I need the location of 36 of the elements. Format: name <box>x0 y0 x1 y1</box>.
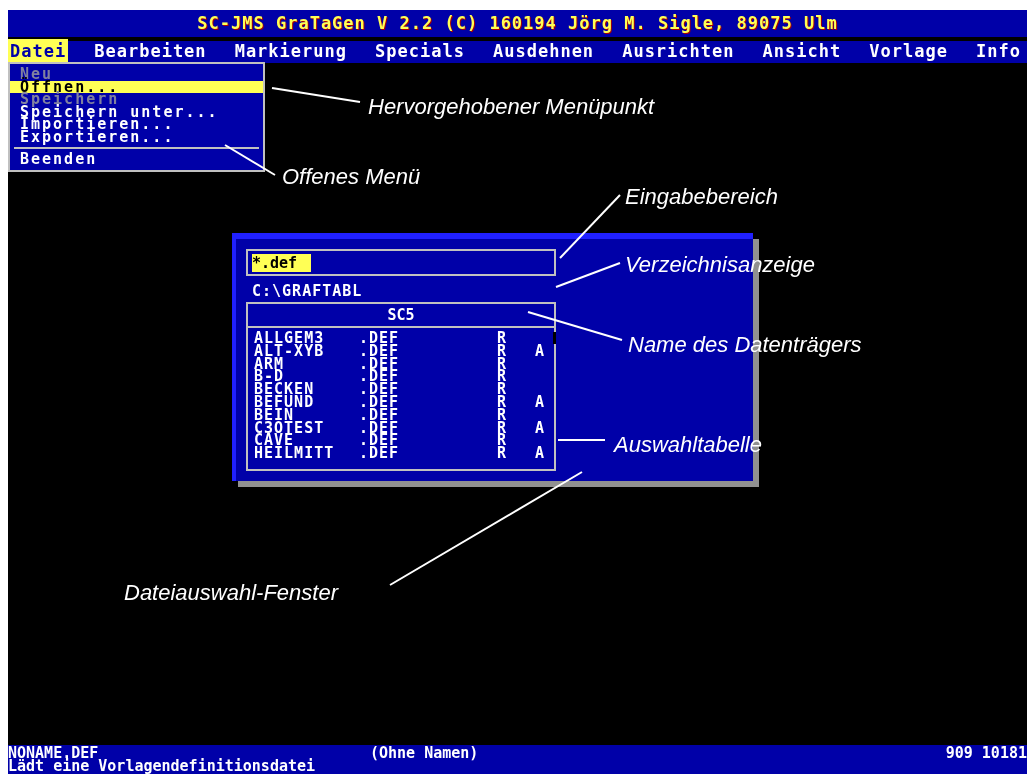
file-row[interactable]: ALLGEM3 .DEF R <box>254 332 548 345</box>
file-row[interactable]: ALT-XYB .DEF R A <box>254 344 548 358</box>
menu-item[interactable]: Speichern unter... <box>10 105 263 118</box>
leader-line <box>557 439 606 441</box>
leader-line <box>559 194 621 259</box>
file-row[interactable]: BEIN .DEF R <box>254 408 548 422</box>
document-name: (Ohne Namen) <box>370 747 480 760</box>
status-numbers: 909 10181 <box>945 747 1027 760</box>
menu-title[interactable]: Markierung <box>232 39 349 65</box>
input-field[interactable]: *.def <box>246 249 556 276</box>
menu-item[interactable]: Exportieren... <box>10 130 263 143</box>
scrollbar-thumb[interactable] <box>553 332 556 344</box>
menu-title[interactable]: Datei <box>8 39 69 65</box>
file-row[interactable]: C3OTEST .DEF R A <box>254 421 548 435</box>
menu-title[interactable]: Ausdehnen <box>491 39 597 65</box>
menu-title[interactable]: Ausrichten <box>620 39 737 65</box>
menu-item[interactable]: Importieren... <box>10 118 263 131</box>
file-row[interactable]: ARM .DEF R <box>254 357 548 371</box>
annotation-label: Dateiauswahl-Fenster <box>124 579 338 607</box>
menu-title[interactable]: Bearbeiten <box>92 39 209 65</box>
leader-line <box>555 262 621 288</box>
file-row[interactable]: BEFUND .DEF R A <box>254 396 548 409</box>
leader-line <box>224 144 276 176</box>
annotation-label: Offenes Menü <box>282 163 421 191</box>
annotation-label: Hervorgehobener Menüpunkt <box>368 93 655 121</box>
annotation-label: Eingabebereich <box>625 183 778 211</box>
directory-path: C:\GRAFTABL <box>251 281 364 302</box>
menu-title[interactable]: Ansicht <box>760 39 844 65</box>
menu-item[interactable]: Beenden <box>10 153 263 166</box>
menu-title[interactable]: Vorlage <box>867 39 950 65</box>
file-row[interactable]: BECKEN .DEF R <box>254 383 548 396</box>
file-row[interactable]: HEILMITT .DEF R A <box>254 447 548 460</box>
title-bar: SC-JMS GraTaGen V 2.2 (C) 160194 Jörg M. Sigle, 89075 Ulm <box>8 10 1027 37</box>
menu-title[interactable]: Info <box>973 39 1023 65</box>
menu-title[interactable]: Specials <box>373 39 467 65</box>
volume-name: SC5 <box>246 302 556 328</box>
